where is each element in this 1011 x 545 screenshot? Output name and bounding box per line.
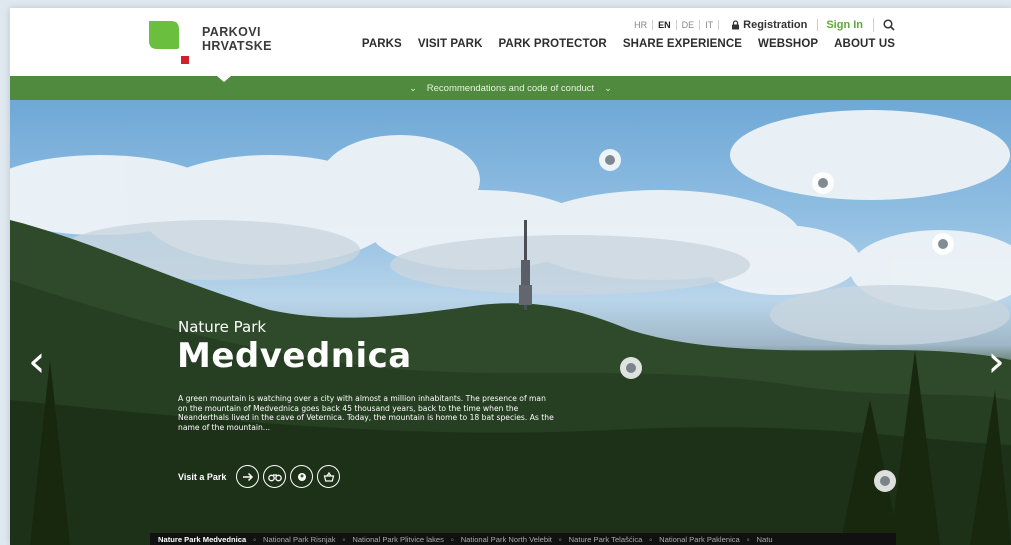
registration-label: Registration (743, 19, 808, 31)
bird-icon (297, 472, 306, 481)
visit-park-row: Visit a Park (178, 465, 344, 488)
hero-slider: ‹ › Nature Park Medvednica A green mount… (10, 100, 1011, 545)
recommendations-bar[interactable]: ⌄ Recommendations and code of conduct ⌄ (10, 76, 1011, 100)
hero-background-image (10, 110, 1011, 545)
separator-dot-icon: ∘ (252, 534, 257, 544)
carousel-item-medvednica[interactable]: Nature Park Medvednica (158, 535, 246, 544)
registration-link[interactable]: Registration (731, 19, 807, 31)
lang-it[interactable]: IT (700, 20, 720, 30)
park-carousel-nav: Nature Park Medvednica ∘ National Park R… (150, 533, 896, 545)
map-marker-icon[interactable] (599, 149, 621, 171)
site-logo[interactable]: PARKOVI HRVATSKE (147, 19, 287, 64)
carousel-item-north-velebit[interactable]: National Park North Velebit (461, 535, 552, 544)
search-icon (883, 19, 895, 31)
nav-park-protector[interactable]: PARK PROTECTOR (499, 38, 607, 50)
logo-line-2: HRVATSKE (202, 38, 272, 53)
carousel-item-risnjak[interactable]: National Park Risnjak (263, 535, 336, 544)
map-marker-icon[interactable] (932, 233, 954, 255)
park-description: A green mountain is watching over a city… (178, 394, 554, 432)
chevron-down-icon: ⌄ (604, 82, 612, 93)
search-button[interactable] (873, 18, 895, 32)
carousel-item-more[interactable]: Natu (757, 535, 773, 544)
separator-dot-icon: ∘ (648, 534, 654, 544)
lang-en[interactable]: EN (653, 20, 677, 30)
separator-dot-icon: ∘ (341, 534, 347, 544)
basket-icon (323, 471, 335, 482)
map-marker-icon[interactable] (812, 172, 834, 194)
prev-slide-arrow-icon[interactable]: ‹ (28, 340, 46, 384)
nav-share-experience[interactable]: SHARE EXPERIENCE (623, 38, 742, 50)
lock-icon (732, 20, 740, 30)
logo-line-1: PARKOVI (202, 25, 261, 39)
chevron-down-icon: ⌄ (409, 82, 417, 93)
park-title: Medvednica (177, 336, 412, 376)
carousel-item-paklenica[interactable]: National Park Paklenica (659, 535, 740, 544)
recommendations-label: Recommendations and code of conduct (426, 82, 595, 94)
site-header: PARKOVI HRVATSKE HR EN DE IT Registratio… (10, 8, 1011, 76)
visit-park-label[interactable]: Visit a Park (178, 472, 226, 482)
nav-webshop[interactable]: WEBSHOP (758, 38, 818, 50)
map-marker-icon[interactable] (620, 357, 642, 379)
park-type: Nature Park (178, 318, 267, 336)
next-slide-arrow-icon[interactable]: › (987, 340, 1005, 384)
lang-hr[interactable]: HR (629, 20, 654, 30)
main-nav: PARKS VISIT PARK PARK PROTECTOR SHARE EX… (346, 38, 895, 50)
binoculars-icon (268, 473, 282, 481)
nav-about-us[interactable]: ABOUT US (834, 38, 895, 50)
arrow-right-icon (242, 472, 253, 481)
nav-visit-park[interactable]: VISIT PARK (418, 38, 483, 50)
separator-dot-icon: ∘ (557, 534, 563, 544)
nav-parks[interactable]: PARKS (362, 38, 402, 50)
sign-in-link[interactable]: Sign In (817, 19, 863, 31)
map-marker-icon[interactable] (874, 470, 896, 492)
carousel-item-telascica[interactable]: Nature Park Telašćica (569, 535, 643, 544)
logo-red-square-icon (181, 56, 189, 64)
header-notch (217, 76, 231, 82)
logo-mark-icon (149, 21, 179, 49)
separator-dot-icon: ∘ (449, 534, 455, 544)
shop-button[interactable] (317, 465, 341, 488)
lang-de[interactable]: DE (677, 20, 701, 30)
logo-text: PARKOVI HRVATSKE (202, 25, 272, 53)
browser-page: PARKOVI HRVATSKE HR EN DE IT Registratio… (10, 8, 1011, 545)
sightseeing-button[interactable] (263, 465, 287, 488)
visit-park-button[interactable] (236, 465, 260, 488)
utility-bar: HR EN DE IT Registration Sign In (629, 17, 895, 33)
separator-dot-icon: ∘ (745, 534, 751, 544)
carousel-item-plitvice[interactable]: National Park Plitvice lakes (352, 535, 444, 544)
wildlife-button[interactable] (290, 465, 314, 488)
